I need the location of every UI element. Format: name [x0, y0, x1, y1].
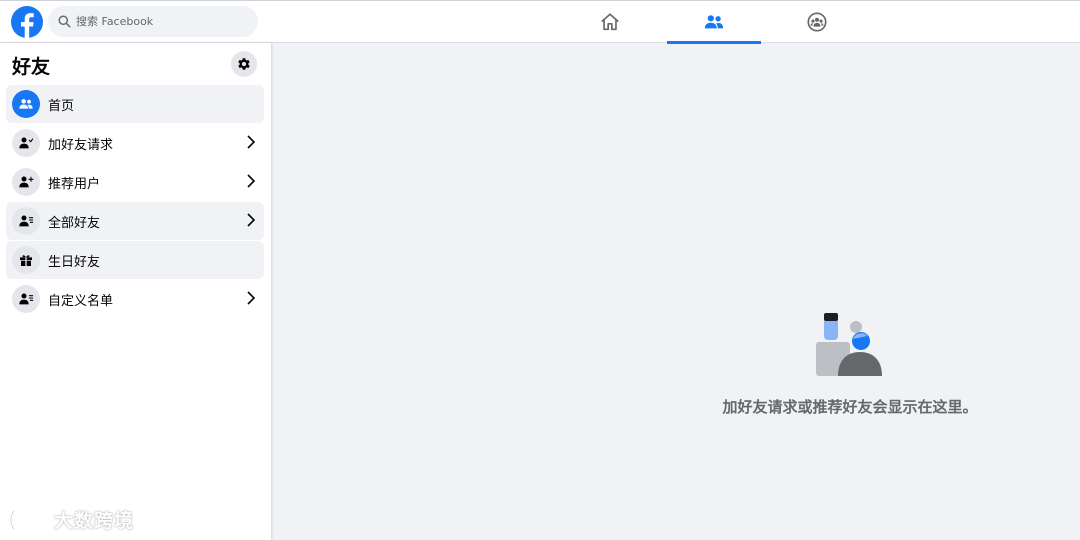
sidebar-title: 好友	[12, 56, 51, 78]
sidebar-item-all-friends[interactable]: 全部好友	[6, 202, 264, 240]
tab-groups[interactable]	[770, 1, 864, 43]
sidebar-item-suggestions[interactable]: 推荐用户	[6, 163, 264, 201]
sidebar-item-label: 加好友请求	[48, 137, 114, 153]
person-list-icon	[12, 285, 40, 313]
friends-icon	[12, 90, 40, 118]
friends-sidebar: 好友 首页 加好友请求 推荐用户 全部好友 生日好友 自定义名单	[0, 43, 271, 540]
sidebar-item-label: 生日好友	[48, 254, 101, 270]
person-add-icon	[12, 129, 40, 157]
chevron-right-icon	[247, 291, 256, 305]
sidebar-item-friend-requests[interactable]: 加好友请求	[6, 124, 264, 162]
gift-icon	[12, 246, 40, 274]
home-icon	[601, 13, 619, 31]
sidebar-item-custom-lists[interactable]: 自定义名单	[6, 280, 264, 318]
empty-state-message: 加好友请求或推荐好友会显示在这里。	[722, 398, 978, 416]
sidebar-item-label: 首页	[48, 98, 75, 114]
sidebar-item-label: 推荐用户	[48, 176, 101, 192]
search-box[interactable]	[48, 6, 258, 37]
search-icon	[58, 15, 71, 28]
empty-state-illustration	[816, 313, 882, 376]
search-input[interactable]	[76, 15, 246, 28]
gear-icon	[238, 58, 250, 70]
person-list-icon	[12, 207, 40, 235]
facebook-logo-icon[interactable]	[11, 6, 43, 38]
friends-icon	[704, 15, 724, 29]
groups-icon	[807, 12, 827, 32]
chevron-right-icon	[247, 135, 256, 149]
watermark: 大数跨境	[8, 506, 134, 533]
tab-friends[interactable]	[667, 1, 761, 44]
sidebar-item-label: 自定义名单	[48, 293, 114, 309]
tab-home[interactable]	[563, 1, 657, 43]
chevron-right-icon	[247, 174, 256, 188]
person-plus-icon	[12, 168, 40, 196]
sidebar-item-label: 全部好友	[48, 215, 101, 231]
watermark-text: 大数跨境	[54, 510, 135, 532]
sidebar-item-birthdays[interactable]: 生日好友	[6, 241, 264, 279]
sidebar-item-home[interactable]: 首页	[6, 85, 264, 123]
top-navigation-bar	[0, 0, 1080, 44]
chevron-right-icon	[247, 213, 256, 227]
settings-button[interactable]	[231, 51, 257, 77]
watermark-logo-icon	[9, 509, 48, 530]
